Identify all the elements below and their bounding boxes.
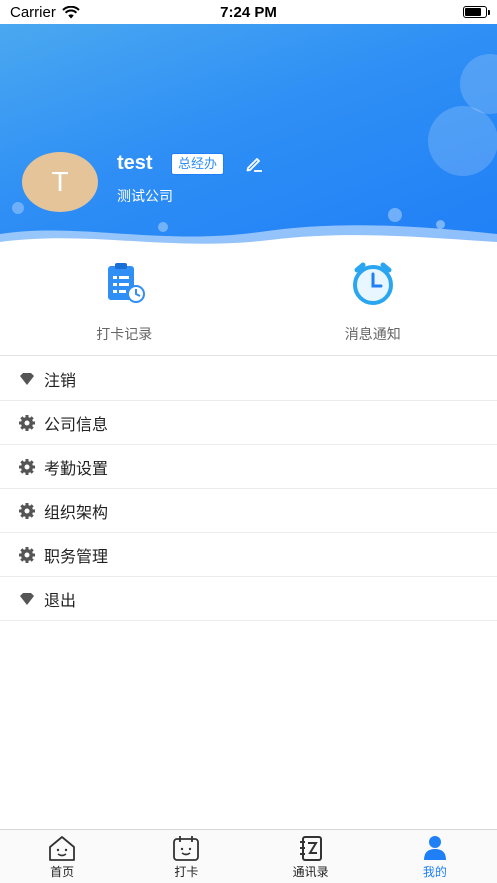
quick-action-label: 消息通知 (344, 326, 401, 342)
gear-icon (19, 414, 35, 431)
menu-item-company-info[interactable]: 公司信息 (0, 401, 497, 445)
quick-actions: 打卡记录 消息通知 (0, 252, 497, 356)
battery-icon (463, 6, 490, 18)
carrier-label: Carrier (10, 3, 56, 21)
role-badge: 总经办 (171, 153, 225, 175)
gear-icon (19, 458, 35, 475)
tab-bar: 首页 打卡 通讯录 我的 (0, 829, 497, 883)
menu-item-position-management[interactable]: 职务管理 (0, 533, 497, 577)
menu-item-label: 退出 (44, 592, 77, 610)
avatar-letter: T (51, 166, 69, 197)
menu-item-org-structure[interactable]: 组织架构 (0, 489, 497, 533)
alarm-clock-icon (352, 262, 393, 305)
settings-menu: 注销 公司信息 考勤设置 组织架构 职务管理 退出 (0, 357, 497, 621)
tab-label: 打卡 (174, 865, 199, 879)
diamond-icon (20, 592, 34, 605)
menu-item-label: 注销 (44, 372, 77, 390)
gear-icon (19, 502, 35, 519)
profile-header: T test 总经办 测试公司 (0, 24, 497, 252)
tab-label: 首页 (50, 865, 75, 879)
quick-action-checkin-records[interactable]: 打卡记录 (0, 252, 249, 355)
clipboard-clock-icon (108, 263, 146, 303)
menu-item-label: 公司信息 (44, 416, 109, 434)
status-bar: Carrier 7:24 PM (0, 0, 497, 24)
quick-action-notifications[interactable]: 消息通知 (249, 252, 497, 355)
menu-item-exit[interactable]: 退出 (0, 577, 497, 621)
company-name: 测试公司 (117, 188, 173, 204)
tab-label: 我的 (422, 865, 447, 879)
header-wave (0, 225, 497, 252)
menu-item-logout-account[interactable]: 注销 (0, 357, 497, 401)
home-icon (49, 836, 76, 861)
menu-item-label: 组织架构 (44, 504, 109, 522)
menu-item-label: 职务管理 (44, 548, 109, 566)
tab-label: 通讯录 (292, 865, 329, 879)
diamond-icon (20, 372, 34, 385)
contacts-icon (299, 836, 322, 861)
gear-icon (19, 546, 35, 563)
status-left: Carrier (10, 4, 80, 21)
quick-action-label: 打卡记录 (96, 326, 153, 342)
calendar-icon (173, 836, 200, 861)
person-icon (423, 836, 446, 860)
menu-item-label: 考勤设置 (44, 460, 109, 478)
avatar[interactable]: T (22, 152, 98, 212)
tab-home[interactable]: 首页 (0, 830, 124, 883)
tab-mine[interactable]: 我的 (373, 830, 497, 883)
tab-checkin[interactable]: 打卡 (124, 830, 248, 883)
wifi-icon (62, 5, 80, 18)
user-name: test (117, 152, 153, 174)
menu-item-attendance-settings[interactable]: 考勤设置 (0, 445, 497, 489)
edit-icon[interactable] (244, 154, 264, 174)
tab-contacts[interactable]: 通讯录 (249, 830, 373, 883)
